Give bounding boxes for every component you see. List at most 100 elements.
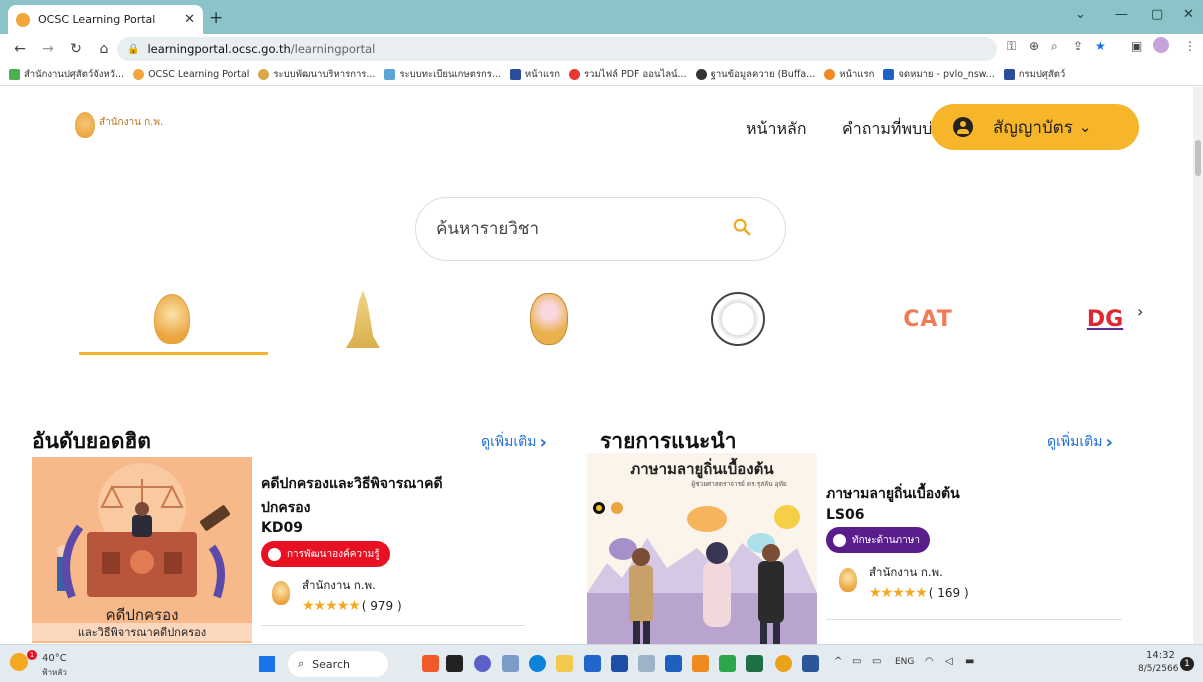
- ocsc-emblem-icon: [154, 294, 190, 344]
- close-window-icon[interactable]: ✕: [1183, 7, 1194, 22]
- clock-date[interactable]: 8/5/2566: [1138, 664, 1178, 674]
- bookmark-item[interactable]: รวมไฟล์ PDF ออนไลน์...: [568, 67, 687, 82]
- chat-icon[interactable]: [474, 655, 491, 672]
- phra-kiao-emblem-icon: [346, 290, 380, 348]
- scrollbar-thumb[interactable]: [1195, 140, 1201, 176]
- see-more-label: ดูเพิ่มเติม: [1047, 434, 1103, 450]
- bookmark-item[interactable]: OCSC Learning Portal: [133, 69, 249, 80]
- bookmark-item[interactable]: ฐานข้อมูลควาย (Buffa...: [695, 67, 815, 82]
- bookmark-item[interactable]: ระบบทะเบียนเกษตรกร...: [384, 67, 501, 82]
- site-logo[interactable]: สำนักงาน ก.พ.: [75, 112, 163, 138]
- browser-tab[interactable]: OCSC Learning Portal ✕: [8, 5, 203, 34]
- recommend-course-title[interactable]: ภาษามลายูถิ่นเบื้องต้น: [826, 484, 960, 504]
- bookmark-item[interactable]: กรมปศุสัตว์: [1003, 67, 1065, 82]
- bookmark-favicon-icon: [1003, 69, 1015, 80]
- zoom-icon[interactable]: ⌕: [1051, 39, 1058, 54]
- word-icon[interactable]: [802, 655, 819, 672]
- login-button[interactable]: สัญญาบัตร ⌄: [931, 104, 1139, 150]
- chrome-icon[interactable]: [775, 655, 792, 672]
- url-host: learningportal.ocsc.go.th: [147, 42, 291, 56]
- agency-ocsc[interactable]: [147, 284, 197, 354]
- profile-avatar[interactable]: [1153, 37, 1169, 53]
- reload-icon[interactable]: ↻: [68, 41, 84, 57]
- bookmark-label: ระบบพัฒนาบริหารการ...: [273, 69, 376, 80]
- back-icon[interactable]: ←: [12, 41, 28, 57]
- bookmark-favicon-icon: [9, 69, 20, 80]
- popular-course-thumbnail[interactable]: คดีปกครอง และวิธีพิจารณาคดีปกครอง: [32, 457, 252, 643]
- scales-seal-icon: [711, 292, 765, 346]
- taskview-icon[interactable]: [446, 655, 463, 672]
- taskbar-search[interactable]: ⌕ Search: [288, 651, 388, 677]
- category-badge[interactable]: ทักษะด้านภาษา: [826, 527, 930, 553]
- agency-dg[interactable]: DG: [1085, 284, 1125, 354]
- chevron-down-icon[interactable]: ⌄: [1075, 7, 1086, 22]
- clock-time[interactable]: 14:32: [1146, 650, 1175, 661]
- bookmark-item[interactable]: จดหมาย - pvlo_nsw...: [883, 67, 995, 82]
- carousel-next-icon[interactable]: ›: [1137, 302, 1143, 321]
- popular-see-more-link[interactable]: ดูเพิ่มเติม ›: [481, 431, 547, 453]
- bookmark-item[interactable]: ระบบพัฒนาบริหารการ...: [258, 67, 375, 82]
- close-tab-icon[interactable]: ✕: [184, 12, 195, 27]
- agency-emblem-3[interactable]: [524, 284, 574, 354]
- volume-icon[interactable]: ◁: [945, 656, 953, 667]
- popular-course-title[interactable]: คดีปกครองและวิธีพิจารณาคดี ปกครอง: [261, 474, 443, 518]
- agency-justice-seal[interactable]: [708, 284, 768, 354]
- agency-emblem-icon: [530, 293, 568, 345]
- language-indicator[interactable]: ENG: [895, 657, 914, 667]
- display-icon[interactable]: ▭: [872, 656, 881, 667]
- sidebar-icon[interactable]: ▣: [1131, 39, 1142, 53]
- page-scrollbar[interactable]: [1193, 87, 1203, 644]
- nav-home-link[interactable]: หน้าหลัก: [746, 117, 807, 142]
- address-bar[interactable]: 🔒 learningportal.ocsc.go.th/learningport…: [117, 37, 997, 61]
- mail-icon[interactable]: [584, 655, 601, 672]
- menu-icon[interactable]: ⋮: [1184, 39, 1196, 53]
- agency-cat[interactable]: CAT: [893, 284, 963, 354]
- bookmark-label: หน้าแรก: [524, 69, 560, 80]
- search-input[interactable]: [434, 218, 714, 240]
- weather-temp[interactable]: 40°C: [42, 653, 67, 664]
- weather-alert-badge: 1: [27, 650, 37, 660]
- windows-start-icon[interactable]: [259, 656, 275, 672]
- app-icon[interactable]: [638, 655, 655, 672]
- home-icon[interactable]: ⌂: [96, 41, 112, 57]
- battery-icon[interactable]: ▬: [965, 656, 974, 667]
- chevron-up-icon[interactable]: ^: [834, 656, 842, 667]
- search-icon[interactable]: [733, 218, 751, 236]
- bookmark-item[interactable]: สำนักงานปศุสัตว์จังหวั...: [9, 67, 124, 82]
- install-icon[interactable]: ⊕: [1029, 39, 1039, 53]
- line-icon[interactable]: [719, 655, 736, 672]
- agency-chula[interactable]: [338, 284, 388, 354]
- recommend-see-more-link[interactable]: ดูเพิ่มเติม ›: [1047, 431, 1113, 453]
- restore-icon[interactable]: ▢: [1151, 7, 1163, 22]
- weather-icon[interactable]: [10, 653, 28, 671]
- bookmark-favicon-icon: [883, 69, 895, 80]
- page-content: สำนักงาน ก.พ. หน้าหลัก คำถามที่พบบ่อย สั…: [0, 87, 1193, 644]
- forward-icon[interactable]: →: [40, 41, 56, 57]
- acrobat-icon[interactable]: [422, 655, 439, 672]
- calendar-icon[interactable]: [611, 655, 628, 672]
- cat-logo: CAT: [903, 306, 953, 332]
- bookmark-star-icon[interactable]: ★: [1095, 39, 1106, 53]
- bookmark-item[interactable]: หน้าแรก: [824, 67, 874, 82]
- rating-stars: ★★★★★: [869, 585, 928, 601]
- category-badge[interactable]: การพัฒนาองค์ความรู้: [261, 541, 390, 567]
- wifi-icon[interactable]: ◠: [925, 656, 934, 667]
- dropbox-icon[interactable]: [665, 655, 682, 672]
- gallery-icon[interactable]: [502, 655, 519, 672]
- excel-icon[interactable]: [746, 655, 763, 672]
- file-explorer-icon[interactable]: [556, 655, 573, 672]
- ocsc-emblem-icon: [839, 568, 857, 592]
- recommend-course-thumbnail[interactable]: ภาษามลายูถิ่นเบื้องต้น ผู้ช่วยศาสตราจารย…: [587, 453, 817, 644]
- share-icon[interactable]: ⇪: [1073, 39, 1083, 53]
- notification-badge[interactable]: 1: [1180, 657, 1194, 671]
- vlc-icon[interactable]: [692, 655, 709, 672]
- key-icon[interactable]: ⚿: [1007, 39, 1016, 54]
- rating-stars: ★★★★★: [302, 598, 361, 614]
- minimize-icon[interactable]: —: [1115, 7, 1128, 22]
- new-tab-icon[interactable]: +: [209, 8, 223, 28]
- bookmark-item[interactable]: หน้าแรก: [509, 67, 560, 82]
- login-label: สัญญาบัตร: [993, 117, 1073, 138]
- keyboard-icon[interactable]: ▭: [852, 656, 861, 667]
- thumb-subtitle: และวิธีพิจารณาคดีปกครอง: [32, 623, 252, 641]
- edge-icon[interactable]: [529, 655, 546, 672]
